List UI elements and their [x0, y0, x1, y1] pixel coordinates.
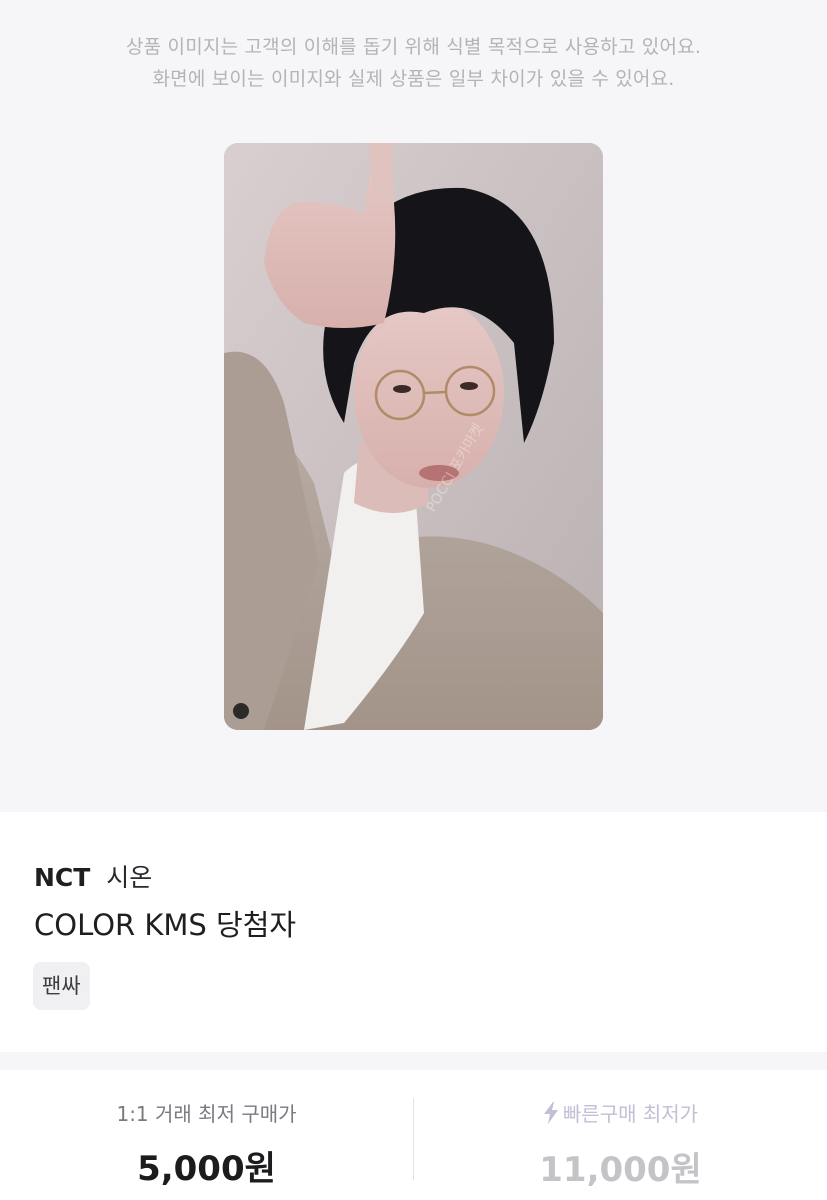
artist-line: NCT 시온 — [34, 858, 152, 894]
artist-member[interactable]: 시온 — [106, 863, 152, 892]
price-summary: 1:1 거래 최저 구매가 5,000원 빠른구매 최저가 11,000원 — [0, 1070, 827, 1200]
direct-price-column[interactable]: 1:1 거래 최저 구매가 5,000원 — [0, 1098, 413, 1190]
image-notice-line-2: 화면에 보이는 이미지와 실제 상품은 일부 차이가 있을 수 있어요. — [152, 68, 675, 90]
category-tag[interactable]: 팬싸 — [33, 962, 90, 1010]
direct-price-value: 5,000원 — [137, 1149, 276, 1189]
product-photo-card[interactable]: POCCI 포카마켓 — [224, 143, 603, 730]
quick-price-label: 빠른구매 최저가 — [562, 1102, 699, 1126]
quick-price-column[interactable]: 빠른구매 최저가 11,000원 — [414, 1098, 827, 1191]
product-info-section: NCT 시온 COLOR KMS 당첨자 팬싸 — [0, 812, 827, 1052]
photocard-image: POCCI 포카마켓 — [224, 143, 603, 730]
product-image-section: 상품 이미지는 고객의 이해를 돕기 위해 식별 목적으로 사용하고 있어요. … — [0, 0, 827, 812]
quick-price-label-wrap: 빠른구매 최저가 — [543, 1098, 698, 1127]
image-notice-line-1: 상품 이미지는 고객의 이해를 돕기 위해 식별 목적으로 사용하고 있어요. — [125, 36, 702, 58]
product-title: COLOR KMS 당첨자 — [34, 908, 297, 942]
lightning-bolt-icon — [543, 1101, 558, 1124]
artist-group[interactable]: NCT — [34, 863, 90, 892]
section-divider — [0, 1052, 827, 1070]
quick-price-value: 11,000원 — [539, 1149, 702, 1190]
direct-price-label: 1:1 거래 최저 구매가 — [116, 1102, 297, 1126]
